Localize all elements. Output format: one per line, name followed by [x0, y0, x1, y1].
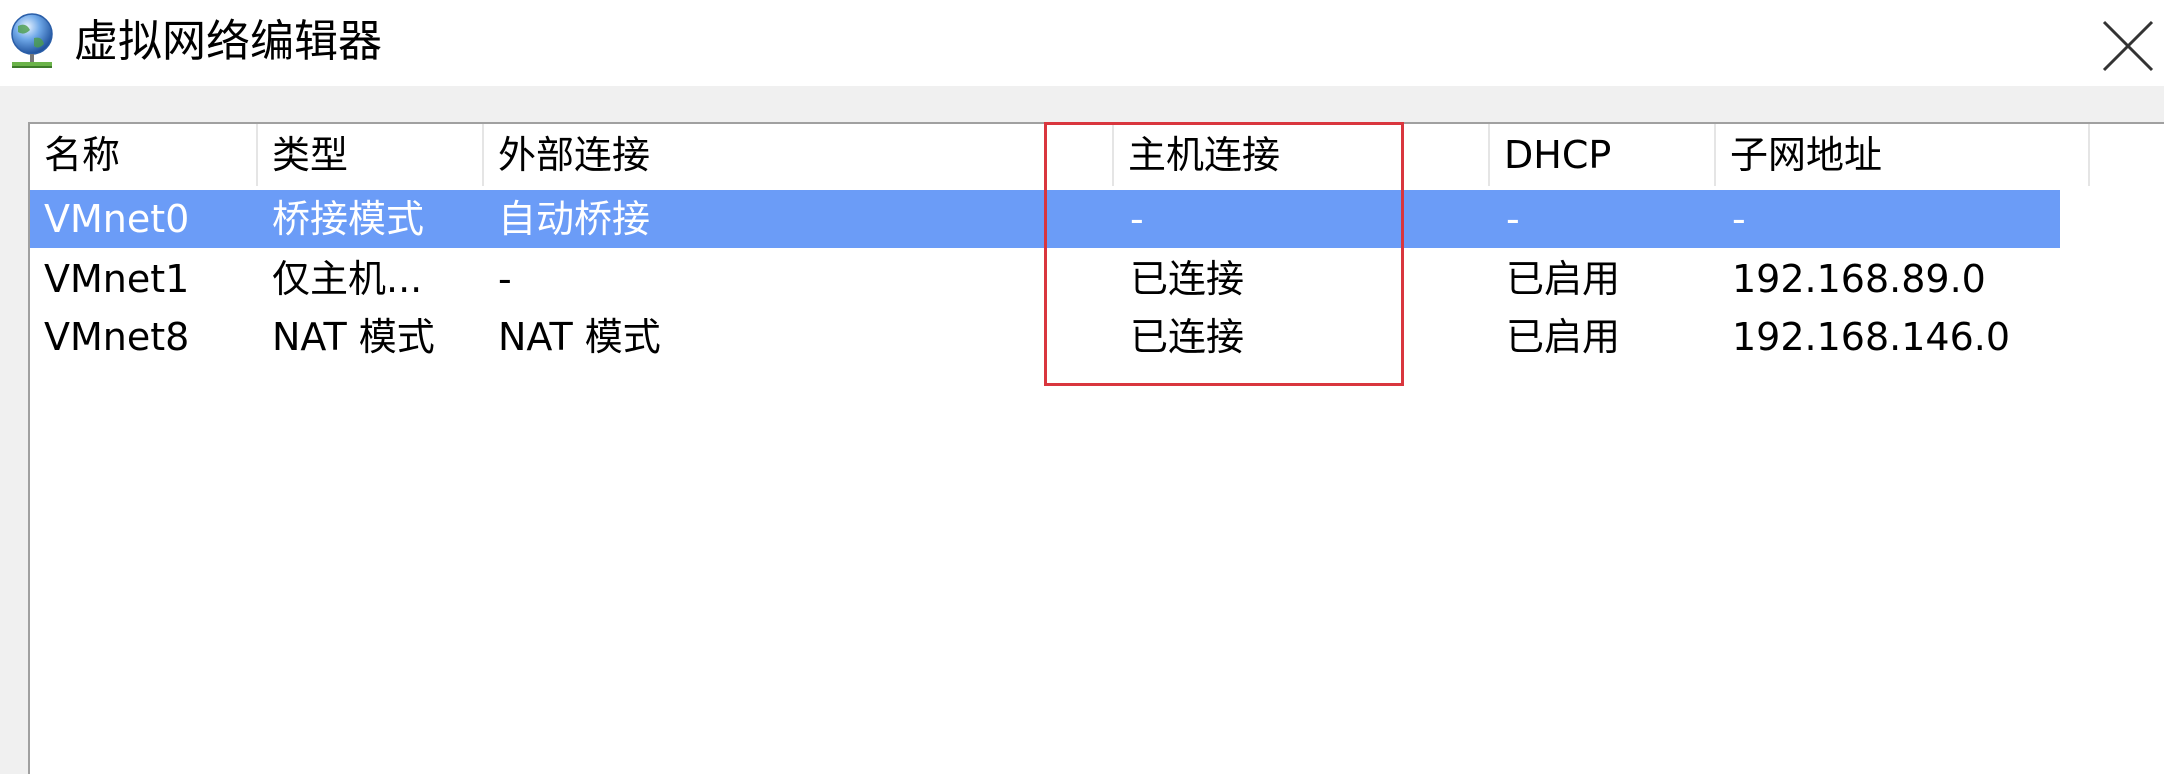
cell-name: VMnet1 — [44, 257, 190, 301]
network-globe-icon — [11, 13, 53, 68]
list-header: 名称 类型 外部连接 主机连接 DHCP 子网地址 — [30, 124, 2164, 186]
network-list[interactable]: 名称 类型 外部连接 主机连接 DHCP 子网地址 VMnet0 桥接模式 自动… — [28, 122, 2164, 774]
cell-host: - — [1130, 197, 1144, 241]
cell-external: NAT 模式 — [498, 315, 661, 359]
column-header-host[interactable]: 主机连接 — [1114, 124, 1490, 186]
cell-dhcp: 已启用 — [1506, 257, 1621, 301]
cell-type: 仅主机... — [272, 257, 423, 301]
cell-type: 桥接模式 — [272, 197, 425, 241]
cell-type: NAT 模式 — [272, 315, 435, 359]
close-icon[interactable] — [2094, 10, 2164, 80]
cell-subnet: 192.168.89.0 — [1732, 257, 1986, 301]
title-bar: 虚拟网络编辑器 — [0, 0, 2164, 86]
virtual-network-editor-window: 虚拟网络编辑器 名称 类型 外部连接 主机连接 DHCP 子网地址 VMnet0… — [0, 0, 2164, 774]
cell-host: 已连接 — [1130, 257, 1245, 301]
column-header-subnet[interactable]: 子网地址 — [1716, 124, 2090, 186]
column-header-name[interactable]: 名称 — [30, 124, 258, 186]
cell-dhcp: - — [1506, 197, 1520, 241]
cell-external: 自动桥接 — [498, 197, 651, 241]
table-row[interactable]: VMnet0 桥接模式 自动桥接 - - - — [30, 190, 2060, 248]
window-title: 虚拟网络编辑器 — [74, 16, 382, 67]
cell-subnet: 192.168.146.0 — [1732, 315, 2011, 359]
column-header-external[interactable]: 外部连接 — [484, 124, 1114, 186]
table-row[interactable]: VMnet1 仅主机... - 已连接 已启用 192.168.89.0 — [30, 250, 2060, 308]
cell-dhcp: 已启用 — [1506, 315, 1621, 359]
cell-name: VMnet8 — [44, 315, 190, 359]
table-row[interactable]: VMnet8 NAT 模式 NAT 模式 已连接 已启用 192.168.146… — [30, 308, 2060, 366]
column-header-type[interactable]: 类型 — [258, 124, 484, 186]
cell-external: - — [498, 257, 512, 301]
cell-name: VMnet0 — [44, 197, 190, 241]
cell-host: 已连接 — [1130, 315, 1245, 359]
cell-subnet: - — [1732, 197, 1746, 241]
column-header-dhcp[interactable]: DHCP — [1490, 124, 1716, 186]
